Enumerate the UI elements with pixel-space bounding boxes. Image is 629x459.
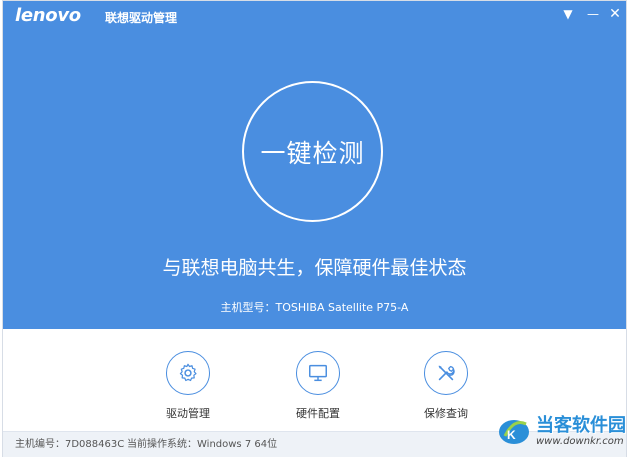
monitor-icon: [309, 364, 327, 382]
hero-panel: lenovo 联想驱动管理 ▼ — ✕ 一键检测 与联想电脑共生，保障硬件最佳状…: [3, 1, 626, 329]
watermark-title: 当客软件园: [536, 415, 626, 436]
one-click-detect-button[interactable]: 一键检测: [242, 81, 383, 222]
hardware-config-button[interactable]: 硬件配置: [273, 351, 363, 421]
watermark: K 当客软件园 www.downkr.com: [498, 406, 628, 456]
watermark-url: www.downkr.com: [536, 436, 624, 447]
menu-button[interactable]: ▼: [559, 5, 577, 23]
warranty-query-button[interactable]: 保修查询: [401, 351, 491, 421]
minimize-button[interactable]: —: [584, 5, 602, 23]
triangle-down-icon: ▼: [563, 7, 573, 21]
lenovo-logo: lenovo: [15, 5, 81, 26]
minus-icon: —: [587, 7, 599, 21]
app-window: lenovo 联想驱动管理 ▼ — ✕ 一键检测 与联想电脑共生，保障硬件最佳状…: [2, 0, 627, 457]
svg-text:K: K: [507, 428, 516, 442]
close-button[interactable]: ✕: [606, 5, 624, 23]
os-info: 当前操作系统：Windows 7 64位: [127, 439, 278, 450]
model-label: 主机型号：: [220, 301, 276, 314]
tools-icon: [438, 365, 455, 381]
driver-management-button[interactable]: 驱动管理: [143, 351, 233, 421]
driver-icon-circle: [166, 351, 210, 395]
slogan-text: 与联想电脑共生，保障硬件最佳状态: [162, 257, 467, 279]
detect-button-label: 一键检测: [260, 138, 365, 168]
gear-icon: [179, 363, 197, 382]
hardware-config-label: 硬件配置: [296, 407, 340, 420]
warranty-icon-circle: [424, 351, 468, 395]
app-title: 联想驱动管理: [105, 11, 178, 25]
warranty-query-label: 保修查询: [424, 407, 468, 420]
close-icon: ✕: [609, 6, 621, 22]
model-value: TOSHIBA Satellite P75-A: [275, 301, 409, 314]
machine-id: 主机编号：7D088463C: [15, 439, 125, 450]
watermark-logo-icon: K: [499, 420, 529, 444]
model-info: 主机型号：TOSHIBA Satellite P75-A: [3, 299, 626, 315]
driver-management-label: 驱动管理: [166, 407, 210, 420]
hardware-icon-circle: [296, 351, 340, 395]
